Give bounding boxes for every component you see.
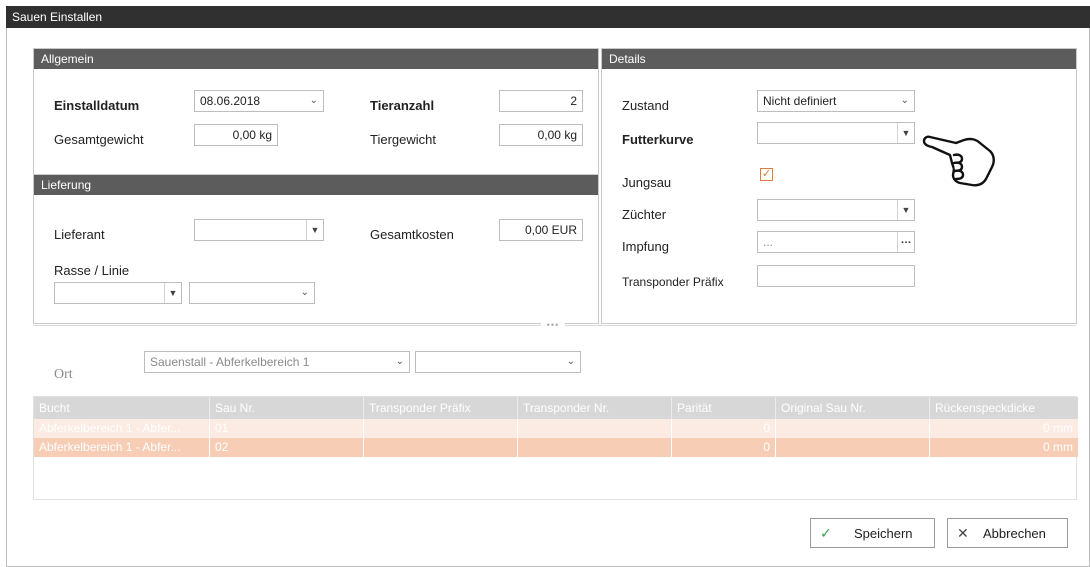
window-title-bar: Sauen Einstallen bbox=[6, 6, 1090, 28]
caret-down-icon: ▼ bbox=[897, 123, 914, 143]
window-title: Sauen Einstallen bbox=[12, 10, 103, 24]
linie-select[interactable]: ⌄ bbox=[189, 282, 315, 304]
pointing-hand-icon bbox=[922, 135, 995, 187]
chevron-down-icon: ⌄ bbox=[566, 356, 575, 367]
save-button[interactable]: ✓ Speichern bbox=[810, 518, 935, 548]
impfung-label: Impfung bbox=[622, 239, 669, 254]
column-header-transponder-nr[interactable]: Transponder Nr. bbox=[518, 397, 672, 419]
tiergewicht-input[interactable]: 0,00 kg bbox=[499, 124, 583, 146]
cell-bucht: Abferkelbereich 1 - Abfer... bbox=[34, 438, 210, 457]
caret-down-icon: ▼ bbox=[164, 283, 181, 303]
details-panel: Details Zustand Nicht definiert ⌄ Futter… bbox=[601, 48, 1077, 324]
jungsau-label: Jungsau bbox=[622, 175, 672, 190]
jungsau-checkbox[interactable]: ✓ bbox=[760, 168, 773, 181]
column-header-rueckenspeckdicke[interactable]: Rückenspeckdicke bbox=[930, 397, 1078, 419]
transponder-praefix-label: Transponder Präfix bbox=[622, 275, 724, 289]
check-icon: ✓ bbox=[820, 525, 832, 541]
cell-sau-nr: 02 bbox=[210, 438, 364, 457]
gesamtgewicht-input[interactable]: 0,00 kg bbox=[194, 124, 278, 146]
einstalldatum-label: Einstalldatum bbox=[54, 98, 140, 113]
cell-rueckenspeckdicke: 0 mm bbox=[1043, 440, 1073, 454]
splitter-grip-icon[interactable]: ••• bbox=[541, 321, 565, 330]
cell-transponder-praefix bbox=[364, 419, 518, 438]
rasse-linie-label: Rasse / Linie bbox=[54, 263, 130, 278]
tieranzahl-input[interactable]: 2 bbox=[499, 90, 583, 112]
tiergewicht-label: Tiergewicht bbox=[370, 132, 436, 147]
zustand-select[interactable]: Nicht definiert ⌄ bbox=[757, 90, 915, 112]
column-header-original-sau-nr[interactable]: Original Sau Nr. bbox=[776, 397, 930, 419]
einstalldatum-select[interactable]: 08.06.2018 ⌄ bbox=[194, 90, 324, 112]
cell-transponder-praefix bbox=[364, 438, 518, 457]
zustand-label: Zustand bbox=[622, 98, 669, 113]
gesamtkosten-input[interactable]: 0,00 EUR bbox=[499, 219, 583, 241]
transponder-praefix-input[interactable] bbox=[757, 265, 915, 287]
futterkurve-select[interactable]: ▼ bbox=[757, 122, 915, 144]
column-header-bucht[interactable]: Bucht bbox=[34, 397, 210, 419]
ellipsis-icon[interactable]: … bbox=[897, 232, 914, 252]
lieferant-label: Lieferant bbox=[54, 227, 105, 242]
zuechter-select[interactable]: ▼ bbox=[757, 199, 915, 221]
lieferung-header: Lieferung bbox=[34, 175, 598, 195]
tieranzahl-label: Tieranzahl bbox=[370, 98, 435, 113]
cancel-button[interactable]: ✕ Abbrechen bbox=[947, 518, 1068, 548]
panel-splitter[interactable]: ••• bbox=[33, 321, 1076, 330]
lieferung-panel: Lieferung Lieferant ▼ Gesamtkosten 0,00 … bbox=[33, 174, 599, 324]
column-header-transponder-praefix[interactable]: Transponder Präfix bbox=[364, 397, 518, 419]
futterkurve-label: Futterkurve bbox=[622, 132, 694, 147]
ort-stall-select[interactable]: Sauenstall - Abferkelbereich 1 ⌄ bbox=[144, 351, 410, 373]
gesamtkosten-label: Gesamtkosten bbox=[370, 227, 454, 242]
chevron-down-icon: ⌄ bbox=[300, 287, 309, 298]
ort-label: Ort bbox=[54, 367, 73, 382]
lieferant-select[interactable]: ▼ bbox=[194, 219, 324, 241]
close-icon: ✕ bbox=[957, 525, 969, 541]
chevron-down-icon: ⌄ bbox=[309, 95, 318, 106]
cell-transponder-nr bbox=[518, 438, 672, 457]
rasse-select[interactable]: ▼ bbox=[54, 282, 182, 304]
allgemein-panel: Allgemein Einstalldatum 08.06.2018 ⌄ Tie… bbox=[33, 48, 599, 175]
zustand-value: Nicht definiert bbox=[763, 94, 837, 108]
cell-paritaet: 0 bbox=[672, 438, 776, 457]
details-header: Details bbox=[602, 49, 1076, 69]
cell-bucht: Abferkelbereich 1 - Abfer... bbox=[34, 419, 210, 438]
dialog-frame: Allgemein Einstalldatum 08.06.2018 ⌄ Tie… bbox=[6, 28, 1090, 567]
cell-original-sau-nr bbox=[776, 438, 930, 457]
column-header-sau-nr[interactable]: Sau Nr. bbox=[210, 397, 364, 419]
table-row[interactable]: Abferkelbereich 1 - Abfer... 02 0 0 mm bbox=[34, 438, 1078, 457]
cell-rueckenspeckdicke: 0 mm bbox=[1043, 421, 1073, 435]
cell-sau-nr: 01 bbox=[210, 419, 364, 438]
sows-table: Bucht Sau Nr. Transponder Präfix Transpo… bbox=[33, 396, 1078, 500]
ort-second-select[interactable]: ⌄ bbox=[415, 351, 581, 373]
allgemein-header: Allgemein bbox=[34, 49, 598, 69]
gesamtgewicht-label: Gesamtgewicht bbox=[54, 132, 144, 147]
chevron-down-icon: ⌄ bbox=[395, 356, 404, 367]
chevron-down-icon: ⌄ bbox=[900, 95, 909, 106]
column-header-paritaet[interactable]: Parität bbox=[672, 397, 776, 419]
table-row[interactable]: Abferkelbereich 1 - Abfer... 01 0 0 mm bbox=[34, 419, 1078, 438]
caret-down-icon: ▼ bbox=[306, 220, 323, 240]
cancel-button-label: Abbrechen bbox=[983, 526, 1046, 541]
caret-down-icon: ▼ bbox=[897, 200, 914, 220]
save-button-label: Speichern bbox=[854, 526, 913, 541]
impfung-value: ... bbox=[763, 235, 774, 249]
table-header: Bucht Sau Nr. Transponder Präfix Transpo… bbox=[34, 397, 1078, 419]
zuechter-label: Züchter bbox=[622, 207, 667, 222]
cell-transponder-nr bbox=[518, 419, 672, 438]
impfung-picker[interactable]: ... … bbox=[757, 231, 915, 253]
einstalldatum-value: 08.06.2018 bbox=[200, 94, 261, 108]
ort-stall-value: Sauenstall - Abferkelbereich 1 bbox=[150, 355, 310, 369]
cell-paritaet: 0 bbox=[672, 419, 776, 438]
cell-original-sau-nr bbox=[776, 419, 930, 438]
